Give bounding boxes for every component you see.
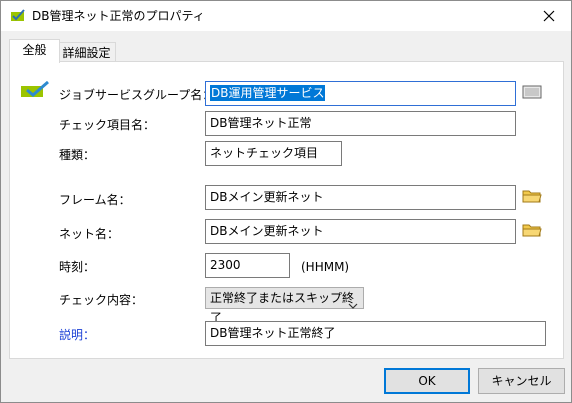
list-box-icon [522, 85, 542, 99]
time-label: 時刻： [59, 260, 96, 274]
frame-name-field[interactable]: DBメイン更新ネット [205, 185, 516, 210]
description-field[interactable]: DB管理ネット正常終了 [205, 321, 546, 346]
tab-general[interactable]: 全般 [9, 39, 60, 63]
close-button[interactable] [527, 1, 571, 31]
time-unit: (HHMM) [301, 260, 350, 274]
close-icon [543, 10, 555, 22]
check-content-label: チェック内容： [59, 293, 144, 307]
title-bar: DB管理ネット正常のプロパティ [1, 1, 571, 31]
ok-button[interactable]: OK [384, 368, 470, 394]
job-service-group-value: DB運用管理サービス [210, 85, 326, 101]
frame-name-label: フレーム名： [59, 193, 131, 207]
properties-dialog: DB管理ネット正常のプロパティ 全般 詳細設定 ジョブサービスグループ名： DB… [0, 0, 572, 403]
folder-icon [522, 190, 542, 203]
net-name-field[interactable]: DBメイン更新ネット [205, 219, 516, 244]
check-item-name-field[interactable]: DB管理ネット正常 [205, 111, 516, 136]
type-field[interactable]: ネットチェック項目 [205, 141, 342, 166]
cancel-button[interactable]: キャンセル [478, 368, 565, 394]
net-name-label: ネット名： [59, 227, 120, 241]
job-service-group-label: ジョブサービスグループ名： [59, 88, 215, 102]
folder-icon [522, 224, 542, 237]
check-icon [21, 80, 51, 97]
time-field[interactable]: 2300 [205, 253, 290, 278]
job-service-group-field[interactable]: DB運用管理サービス [205, 81, 516, 106]
window-title: DB管理ネット正常のプロパティ [32, 9, 205, 23]
checklist-icon [10, 9, 26, 23]
job-service-group-button[interactable] [521, 82, 543, 102]
type-label: 種類： [59, 148, 96, 162]
check-content-select[interactable]: 正常終了またはスキップ終了 [205, 287, 364, 325]
chevron-down-icon [348, 295, 358, 315]
net-browse-button[interactable] [521, 220, 543, 240]
check-item-name-label: チェック項目名： [59, 118, 156, 132]
description-label[interactable]: 説明： [59, 328, 95, 342]
frame-browse-button[interactable] [521, 186, 543, 206]
